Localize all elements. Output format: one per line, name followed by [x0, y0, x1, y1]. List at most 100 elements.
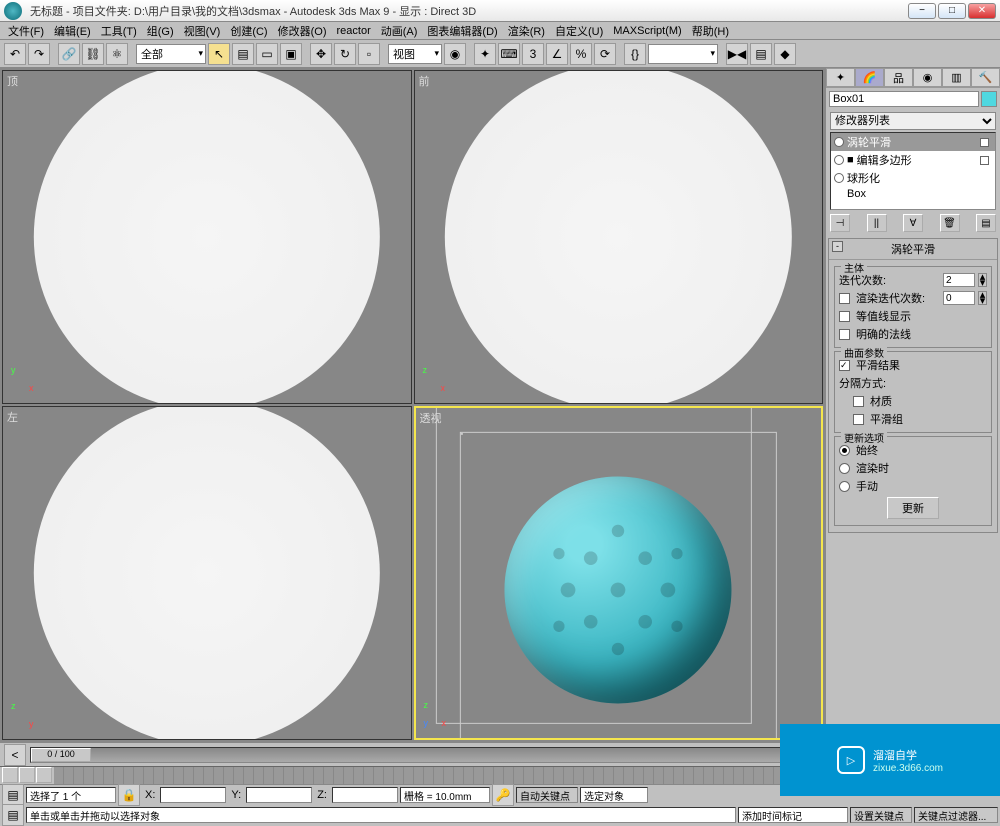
hierarchy-tab[interactable]: 品	[884, 68, 913, 87]
viewport-perspective[interactable]: 透视 zxy	[414, 406, 824, 740]
checkbox-icon[interactable]	[980, 156, 989, 165]
menu-render[interactable]: 渲染(R)	[504, 23, 549, 39]
time-tag[interactable]: 添加时间标记	[738, 807, 848, 823]
mirror-button[interactable]: ▶◀	[726, 43, 748, 65]
update-button[interactable]: 更新	[887, 497, 939, 519]
select-region-button[interactable]: ▭	[256, 43, 278, 65]
configure-button[interactable]: ▤	[976, 214, 996, 232]
pin-stack-button[interactable]: ⊣	[830, 214, 850, 232]
menu-tools[interactable]: 工具(T)	[97, 23, 141, 39]
modifier-stack[interactable]: 涡轮平滑 ■编辑多边形 球形化 Box	[830, 132, 996, 210]
menu-group[interactable]: 组(G)	[143, 23, 178, 39]
menu-view[interactable]: 视图(V)	[180, 23, 225, 39]
select-name-button[interactable]: ▤	[232, 43, 254, 65]
select-button[interactable]: ↖	[208, 43, 230, 65]
selobj-dropdown[interactable]: 选定对象	[580, 787, 648, 803]
pivot-button[interactable]: ◉	[444, 43, 466, 65]
menu-reactor[interactable]: reactor	[333, 25, 375, 37]
unlink-button[interactable]: ⛓	[82, 43, 104, 65]
bulb-icon[interactable]	[834, 155, 844, 165]
selection-set-dropdown[interactable]: 全部	[136, 44, 206, 64]
remove-mod-button[interactable]: 🗑	[940, 214, 960, 232]
maxscript-button[interactable]: ▤	[2, 784, 24, 806]
object-color-swatch[interactable]	[981, 91, 997, 107]
select-manipulate-button[interactable]: ✦	[474, 43, 496, 65]
menu-edit[interactable]: 编辑(E)	[50, 23, 95, 39]
create-tab[interactable]: ✦	[826, 68, 855, 87]
named-sel-button[interactable]: {}	[624, 43, 646, 65]
viewport-top[interactable]: 顶 yx	[2, 70, 412, 404]
layers-button[interactable]: ◆	[774, 43, 796, 65]
z-input[interactable]	[332, 787, 398, 803]
modify-tab[interactable]: 🌈	[855, 68, 884, 87]
menu-animation[interactable]: 动画(A)	[377, 23, 422, 39]
move-button[interactable]: ✥	[310, 43, 332, 65]
stack-item-editpoly[interactable]: ■编辑多边形	[831, 151, 995, 169]
x-input[interactable]	[160, 787, 226, 803]
viewport-front[interactable]: 前 zx	[414, 70, 824, 404]
trackbar-btn1[interactable]	[2, 767, 18, 783]
maximize-button[interactable]: □	[938, 3, 966, 19]
rollout-header[interactable]: -涡轮平滑	[829, 239, 997, 260]
onrender-radio[interactable]	[839, 463, 850, 474]
display-tab[interactable]: ▥	[942, 68, 971, 87]
bulb-icon[interactable]	[834, 173, 844, 183]
menu-help[interactable]: 帮助(H)	[688, 23, 733, 39]
menu-maxscript[interactable]: MAXScript(M)	[609, 25, 685, 37]
stack-item-box[interactable]: Box	[831, 187, 995, 201]
setkey-button[interactable]: 设置关键点	[850, 807, 912, 823]
trackbar-btn2[interactable]	[19, 767, 35, 783]
spinner-buttons[interactable]: ▴▾	[978, 273, 987, 287]
always-radio[interactable]	[839, 445, 850, 456]
close-button[interactable]: ✕	[968, 3, 996, 19]
autokey-button[interactable]: 自动关键点	[516, 787, 578, 803]
stack-item-spherify[interactable]: 球形化	[831, 169, 995, 187]
object-name-input[interactable]	[829, 91, 979, 107]
listener-button[interactable]: ▤	[2, 804, 24, 826]
utilities-tab[interactable]: 🔨	[971, 68, 1000, 87]
normals-checkbox[interactable]	[839, 329, 850, 340]
motion-tab[interactable]: ◉	[913, 68, 942, 87]
stack-item-turbosmooth[interactable]: 涡轮平滑	[831, 133, 995, 151]
link-button[interactable]: 🔗	[58, 43, 80, 65]
bind-button[interactable]: ⚛	[106, 43, 128, 65]
menu-graph[interactable]: 图表编辑器(D)	[423, 23, 501, 39]
key-icon[interactable]: 🔑	[492, 784, 514, 806]
y-input[interactable]	[246, 787, 312, 803]
keyboard-shortcut-button[interactable]: ⌨	[498, 43, 520, 65]
time-slider-thumb[interactable]: 0 / 100	[31, 748, 91, 762]
manual-radio[interactable]	[839, 481, 850, 492]
ref-coord-dropdown[interactable]: 视图	[388, 44, 442, 64]
scale-button[interactable]: ▫	[358, 43, 380, 65]
timeline-prev-button[interactable]: <	[4, 744, 26, 766]
bulb-icon[interactable]	[834, 137, 844, 147]
render-iter-checkbox[interactable]	[839, 293, 850, 304]
align-button[interactable]: ▤	[750, 43, 772, 65]
make-unique-button[interactable]: ∀	[903, 214, 923, 232]
smoothgroup-checkbox[interactable]	[853, 414, 864, 425]
menu-create[interactable]: 创建(C)	[226, 23, 271, 39]
trackbar-btn3[interactable]	[36, 767, 52, 783]
minimize-button[interactable]: −	[908, 3, 936, 19]
viewport-left[interactable]: 左 zy	[2, 406, 412, 740]
menu-modifiers[interactable]: 修改器(O)	[274, 23, 331, 39]
smooth-result-checkbox[interactable]	[839, 360, 850, 371]
named-sel-dropdown[interactable]	[648, 44, 718, 64]
menu-customize[interactable]: 自定义(U)	[551, 23, 607, 39]
modifier-list-dropdown[interactable]: 修改器列表	[830, 112, 996, 130]
spinner-snap-button[interactable]: ⟳	[594, 43, 616, 65]
lock-button[interactable]: 🔒	[118, 784, 140, 806]
percent-snap-button[interactable]: %	[570, 43, 592, 65]
spinner-buttons[interactable]: ▴▾	[978, 291, 987, 305]
undo-button[interactable]: ↶	[4, 43, 26, 65]
isoline-checkbox[interactable]	[839, 311, 850, 322]
menu-file[interactable]: 文件(F)	[4, 23, 48, 39]
material-checkbox[interactable]	[853, 396, 864, 407]
render-iter-input[interactable]	[943, 291, 975, 305]
keyfilter-button[interactable]: 关键点过滤器...	[914, 807, 998, 823]
redo-button[interactable]: ↷	[28, 43, 50, 65]
iterations-input[interactable]	[943, 273, 975, 287]
show-end-button[interactable]: ||	[867, 214, 887, 232]
angle-snap-button[interactable]: ∠	[546, 43, 568, 65]
snap-button[interactable]: 3	[522, 43, 544, 65]
